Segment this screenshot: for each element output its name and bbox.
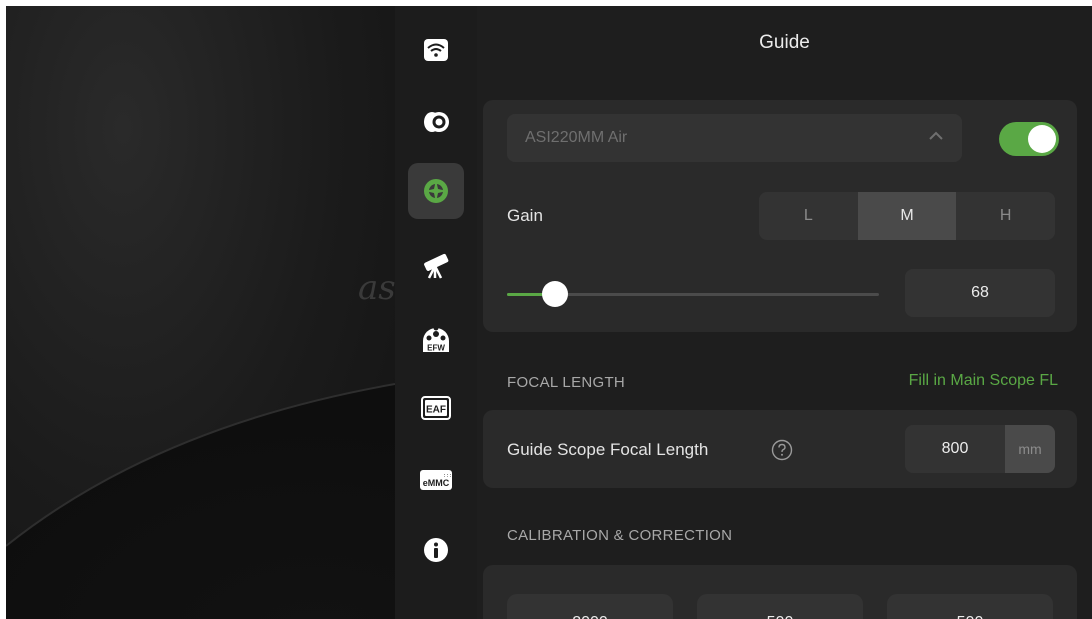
- page-title: Guide: [759, 32, 810, 53]
- guide-camera-toggle[interactable]: [999, 122, 1059, 156]
- sidebar-item-telescope[interactable]: [408, 237, 464, 293]
- sidebar-item-storage[interactable]: eMMC :::: [408, 452, 464, 508]
- background-wallpaper: as: [6, 6, 395, 619]
- device-sidebar: EFW EAF eMMC :::: [395, 6, 477, 619]
- planet-horizon-graphic: [6, 383, 395, 619]
- sidebar-item-focuser[interactable]: EAF: [408, 380, 464, 436]
- guide-focal-length-input[interactable]: 800: [905, 425, 1005, 473]
- calibration-value-3[interactable]: 500: [887, 594, 1053, 619]
- gain-label: Gain: [507, 206, 543, 225]
- calibration-section-title: CALIBRATION & CORRECTION: [507, 527, 733, 544]
- gain-option-medium[interactable]: M: [857, 192, 957, 240]
- gain-mode-selector: L M H: [759, 192, 1055, 240]
- focuser-icon: EAF: [421, 396, 451, 420]
- gain-option-high[interactable]: H: [956, 192, 1055, 240]
- sidebar-item-wifi[interactable]: [408, 22, 464, 78]
- sidebar-item-filter-wheel[interactable]: EFW: [408, 309, 464, 365]
- gain-option-low[interactable]: L: [759, 192, 858, 240]
- app-frame: as EFW EAF eMMC::: Guide ASI220MM Air G…: [6, 6, 1092, 619]
- info-icon: [424, 538, 448, 562]
- chevron-up-icon: [929, 131, 943, 140]
- telescope-icon: [424, 253, 449, 279]
- focal-length-unit: mm: [1005, 425, 1055, 473]
- svg-text:EFW: EFW: [427, 344, 445, 353]
- guide-scope-focal-length-label: Guide Scope Focal Length: [507, 440, 709, 459]
- focal-length-section-title: FOCAL LENGTH: [507, 374, 626, 391]
- guide-icon: [424, 179, 448, 203]
- camera-select[interactable]: ASI220MM Air: [507, 114, 962, 162]
- gain-slider[interactable]: [507, 281, 879, 307]
- gain-value-input[interactable]: 68: [905, 269, 1055, 317]
- filter-wheel-icon: EFW: [423, 325, 449, 353]
- fill-main-scope-fl-link[interactable]: Fill in Main Scope FL: [909, 372, 1058, 390]
- guide-panel: Guide ASI220MM Air Gain L M H 68 FOCAL L…: [477, 6, 1092, 619]
- svg-text:EAF: EAF: [426, 405, 446, 416]
- svg-text::::: :::: [443, 473, 452, 479]
- camera-select-value: ASI220MM Air: [525, 129, 628, 146]
- watermark-text: as: [358, 268, 395, 308]
- toggle-knob: [1028, 125, 1056, 153]
- camera-icon: [424, 112, 449, 132]
- sidebar-item-camera[interactable]: [408, 94, 464, 150]
- sidebar-item-guide[interactable]: [408, 163, 464, 219]
- calibration-value-2[interactable]: 500: [697, 594, 863, 619]
- calibration-value-1[interactable]: 2000: [507, 594, 673, 619]
- svg-text:eMMC: eMMC: [423, 478, 450, 488]
- storage-icon: eMMC :::: [420, 470, 452, 490]
- help-icon[interactable]: [771, 439, 793, 461]
- sidebar-item-info[interactable]: [408, 522, 464, 578]
- wifi-icon: [424, 39, 448, 61]
